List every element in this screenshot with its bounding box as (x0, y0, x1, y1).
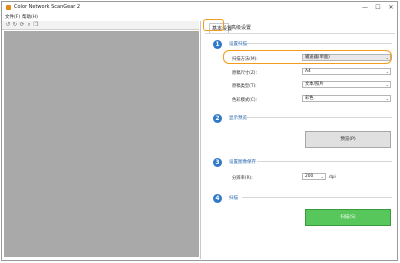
step-3-divider (257, 161, 392, 162)
color-mode-select[interactable]: 彩色 ⌄ (302, 95, 391, 102)
resolution-select[interactable]: 200 ⌄ (302, 173, 326, 180)
maximize-button[interactable]: ☐ (373, 3, 383, 12)
document-size-value: A4 (305, 69, 311, 74)
preview-toolbar: ↺ ↻ ⟳ ⌕ ❐ (2, 21, 199, 30)
chevron-down-icon: ⌄ (320, 174, 324, 179)
refresh-icon[interactable]: ⟳ (19, 22, 25, 28)
step-4-badge: 4 (213, 194, 222, 203)
tab-advanced-settings[interactable]: 高级设置 (229, 23, 251, 33)
color-mode-label: 色彩模式(C): (232, 98, 257, 103)
step-3-title: 设置图像保存 (229, 160, 256, 165)
chevron-down-icon: ⌄ (385, 96, 389, 101)
copy-icon[interactable]: ❐ (33, 22, 39, 28)
tab-divider (205, 33, 395, 34)
app-icon (6, 5, 11, 10)
document-type-label: 原稿类型(T): (232, 84, 257, 89)
resolution-unit: dpi (329, 175, 336, 180)
window-title: Color Network ScanGear 2 (14, 4, 81, 10)
scangear-window: Color Network ScanGear 2 — ☐ ✕ 文件(F) 帮助(… (1, 1, 398, 261)
step-2-badge: 2 (213, 114, 222, 123)
minimize-button[interactable]: — (360, 3, 370, 12)
step-4-title: 扫描 (229, 196, 238, 201)
step-1-divider (247, 43, 392, 44)
step-4-divider (242, 197, 392, 198)
rotate-left-icon[interactable]: ↺ (5, 22, 11, 28)
menu-file[interactable]: 文件(F) (5, 14, 20, 20)
resolution-value: 200 (305, 174, 314, 179)
zoom-icon[interactable]: ⌕ (26, 22, 32, 28)
step-2-divider (247, 117, 392, 118)
preview-button[interactable]: 预览(P) (305, 131, 391, 148)
chevron-down-icon: ⌄ (385, 69, 389, 74)
scan-method-highlight-outline (223, 50, 392, 64)
document-size-select[interactable]: A4 ⌄ (302, 68, 391, 75)
step-1-title: 设置扫描 (229, 42, 247, 47)
menu-help[interactable]: 帮助(H) (22, 14, 38, 20)
step-1-badge: 1 (213, 40, 222, 49)
step-2-title: 显示预览 (229, 116, 247, 121)
rotate-right-icon[interactable]: ↻ (12, 22, 18, 28)
menu-bar: 文件(F) 帮助(H) (2, 13, 397, 21)
resolution-label: 分辨率(R): (232, 176, 253, 181)
preview-area[interactable] (4, 31, 199, 257)
document-type-value: 文本/照片 (305, 82, 324, 87)
chevron-down-icon: ⌄ (385, 82, 389, 87)
title-bar: Color Network ScanGear 2 — ☐ ✕ (2, 2, 397, 13)
document-size-label: 原稿尺寸(Z): (232, 71, 257, 76)
close-button[interactable]: ✕ (386, 3, 396, 12)
document-type-select[interactable]: 文本/照片 ⌄ (302, 81, 391, 88)
step-3-badge: 3 (213, 158, 222, 167)
scan-button[interactable]: 扫描(S) (305, 209, 391, 226)
tab-highlight-outline (203, 19, 224, 31)
pane-splitter[interactable] (200, 21, 201, 259)
color-mode-value: 彩色 (305, 96, 314, 101)
